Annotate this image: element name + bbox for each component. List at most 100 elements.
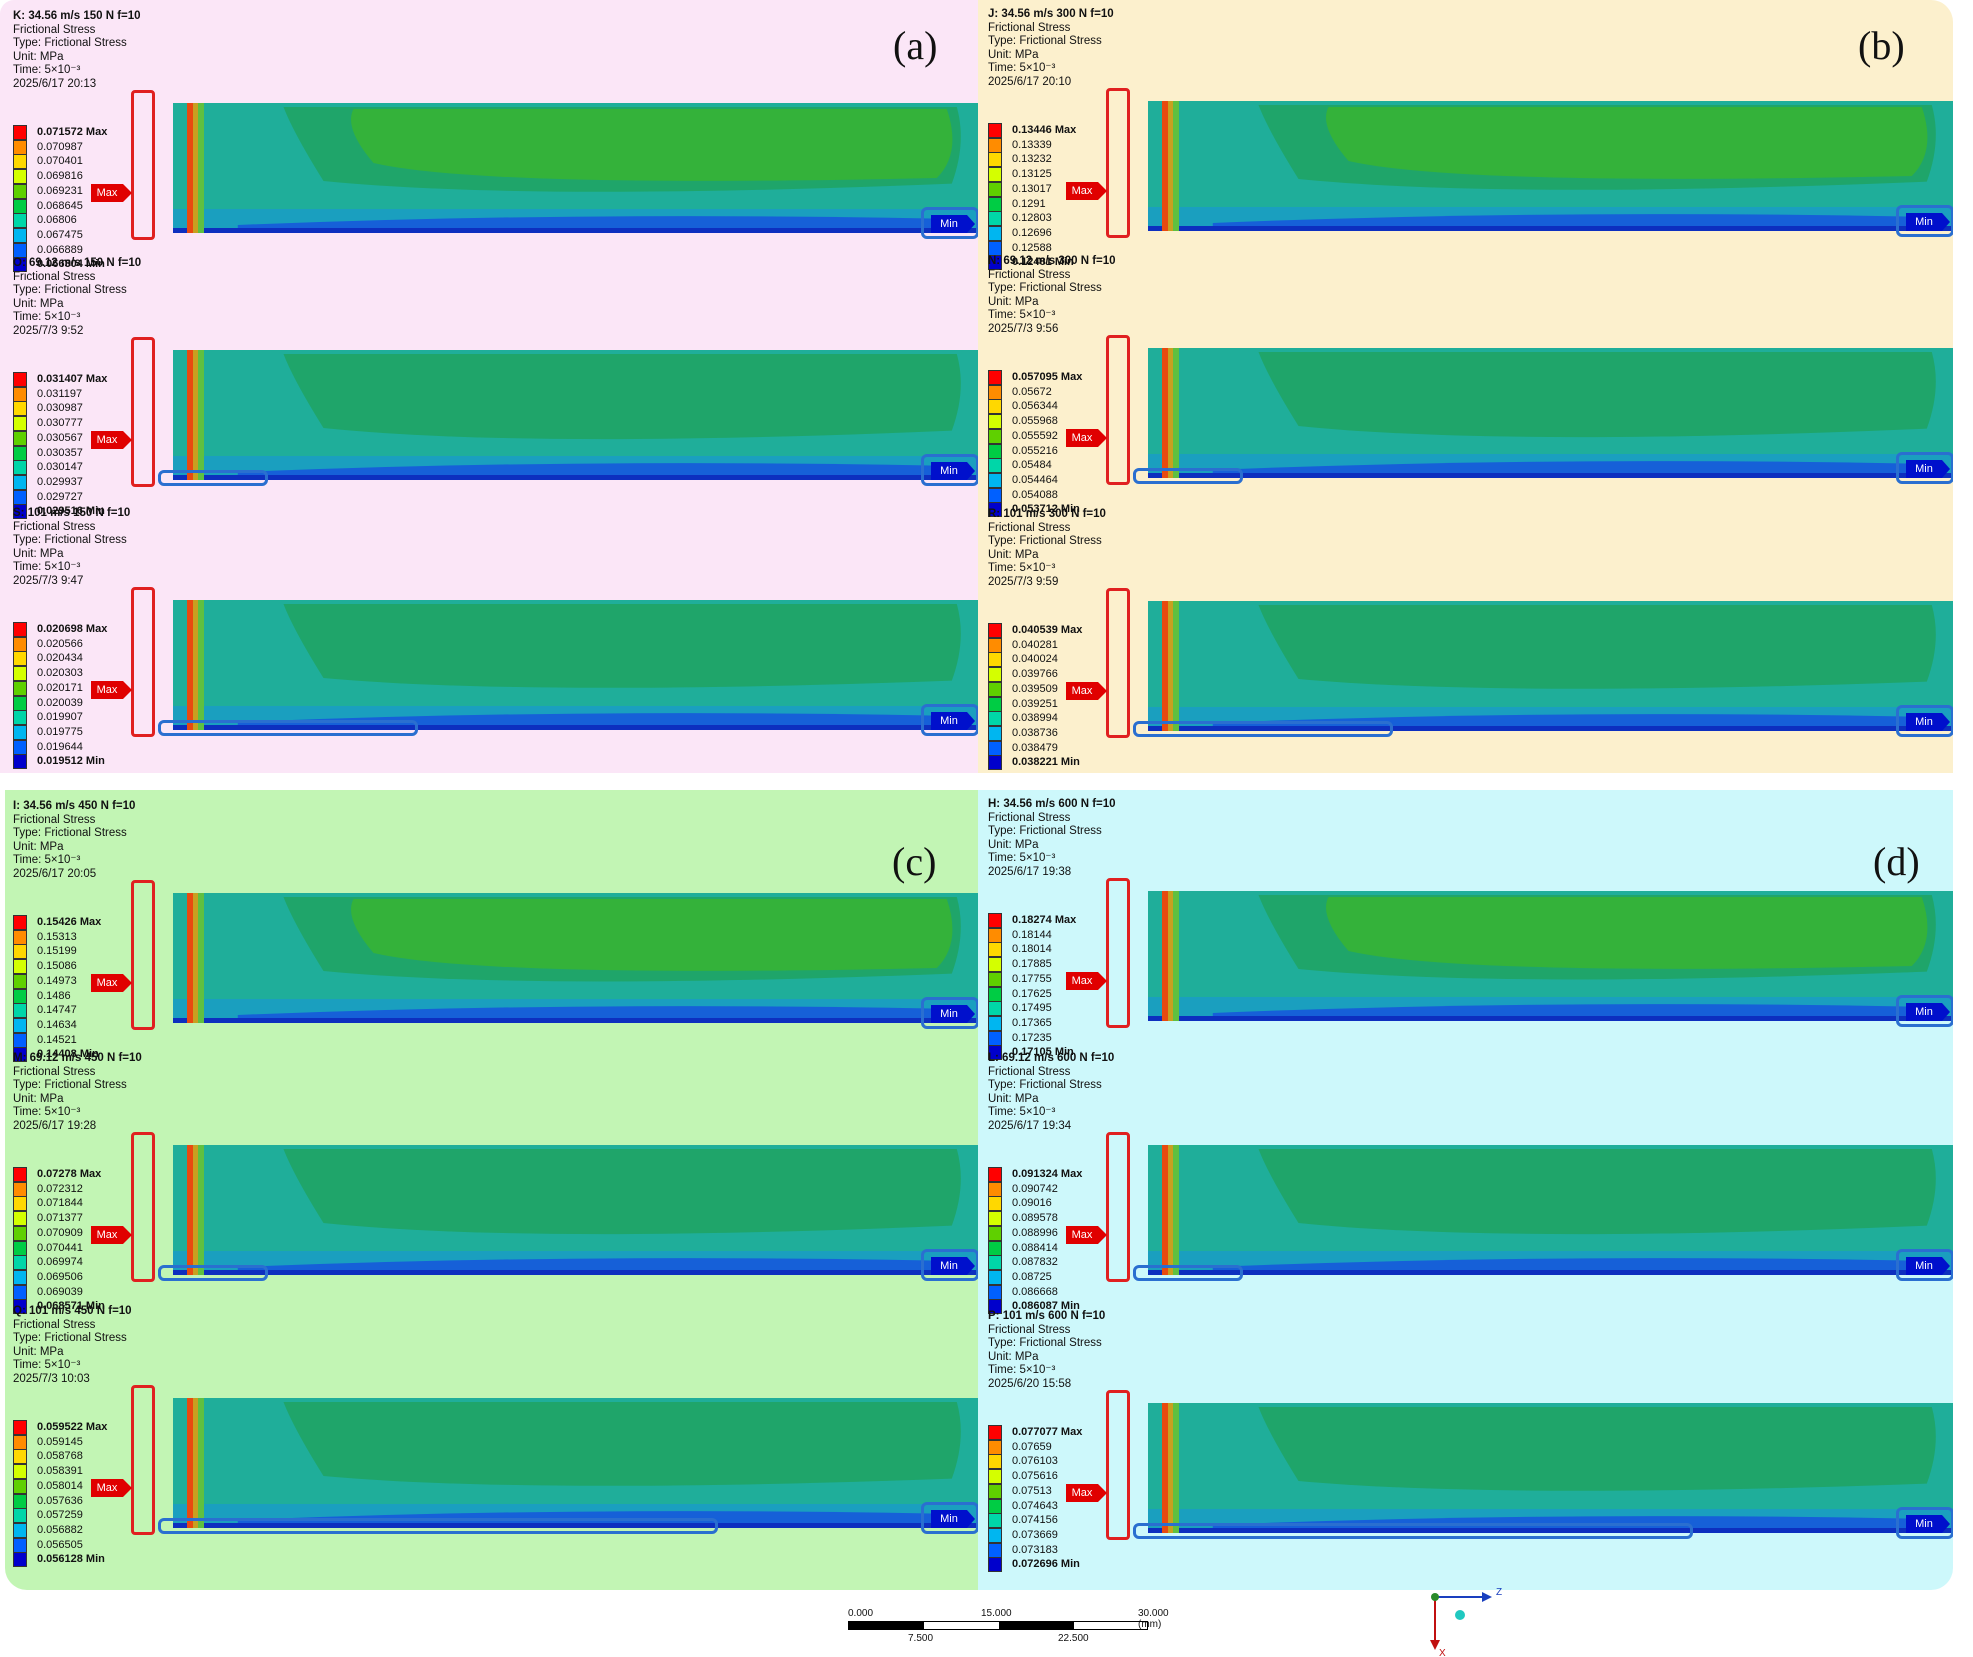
legend-swatch [13, 416, 27, 432]
result-panel: J: 34.56 m/s 300 N f=10 Frictional Stress… [988, 8, 1953, 271]
panel-title: Q: 101 m/s 450 N f=10 [13, 1305, 132, 1317]
legend-value: 0.087832 [1012, 1256, 1058, 1269]
scale-label-15: 15.000 [981, 1608, 1012, 1619]
legend-value: 0.029937 [37, 475, 83, 488]
max-edge-strip-red [187, 103, 193, 233]
result-time: Time: 5×10⁻³ [13, 64, 81, 76]
legend-value: 0.039766 [1012, 668, 1058, 681]
legend-value: 0.020566 [37, 637, 83, 650]
panel-header: J: 34.56 m/s 300 N f=10 Frictional Stress… [988, 8, 1114, 89]
legend-swatch [13, 242, 27, 258]
max-edge-strip-green [1173, 601, 1179, 731]
legend-value: 0.020171 [37, 681, 83, 694]
scale-bar-frame [848, 1621, 1148, 1630]
result-type: Type: Frictional Stress [988, 282, 1102, 294]
result-type: Type: Frictional Stress [13, 37, 127, 49]
legend-swatch [13, 169, 27, 185]
result-time: Time: 5×10⁻³ [13, 1359, 81, 1371]
max-edge-strip-green [1173, 348, 1179, 478]
result-timestamp: 2025/6/17 19:28 [13, 1119, 97, 1132]
legend-swatch [13, 636, 27, 652]
max-edge-strip-red [1162, 1145, 1168, 1275]
legend-value: 0.12588 [1012, 241, 1052, 254]
max-marker: Max [1066, 1484, 1107, 1502]
legend-swatch [13, 460, 27, 476]
legend-swatch [13, 929, 27, 945]
legend-value: 0.031197 [37, 387, 83, 400]
result-timestamp: 2025/6/17 19:38 [988, 865, 1072, 878]
legend-swatch [988, 1030, 1002, 1046]
panel-title: J: 34.56 m/s 300 N f=10 [988, 8, 1114, 20]
max-highlight-box [1106, 88, 1130, 238]
legend-min-value: 0.038221 Min [1012, 756, 1080, 769]
legend-max-value: 0.077077 Max [1012, 1426, 1083, 1438]
legend-value: 0.13125 [1012, 168, 1052, 181]
legend-value: 0.020434 [37, 652, 83, 665]
legend-swatch [988, 211, 1002, 227]
legend-swatch [13, 915, 27, 930]
legend-value: 0.038994 [1012, 712, 1058, 725]
contour-high-region [351, 899, 953, 971]
legend-max-value: 0.18274 Max [1012, 914, 1077, 926]
legend-swatch [13, 973, 27, 989]
quadrant-b: (b) J: 34.56 m/s 300 N f=10 Frictional Str… [978, 0, 1953, 773]
result-panel: M: 69.12 m/s 450 N f=10 Frictional Stress… [13, 1052, 978, 1315]
view-sphere-icon [1455, 1610, 1465, 1620]
result-timestamp: 2025/7/3 9:56 [988, 322, 1059, 335]
stress-contour-field [1148, 1403, 1953, 1533]
legend-max-value: 0.057095 Max [1012, 371, 1083, 383]
max-marker: Max [1066, 682, 1107, 700]
legend-value: 0.070909 [37, 1226, 83, 1239]
result-panel: Q: 101 m/s 450 N f=10 Frictional Stress Ty… [13, 1305, 978, 1568]
legend-value: 0.1291 [1012, 197, 1046, 210]
legend-swatch [988, 1425, 1002, 1440]
legend-swatch [13, 386, 27, 402]
panel-title: P: 101 m/s 600 N f=10 [988, 1310, 1106, 1322]
result-unit: Unit: MPa [13, 1345, 64, 1358]
legend-value: 0.13017 [1012, 182, 1052, 195]
legend-value: 0.075616 [1012, 1470, 1058, 1483]
max-edge-strip-yellow [1168, 1145, 1173, 1275]
legend-max-value: 0.059522 Max [37, 1421, 108, 1433]
legend-swatch [988, 1557, 1002, 1573]
legend-value: 0.039251 [1012, 697, 1058, 710]
legend-value: 0.07659 [1012, 1440, 1052, 1453]
result-name: Frictional Stress [988, 1065, 1071, 1078]
max-highlight-box [131, 587, 155, 737]
legend-swatch [988, 370, 1002, 385]
legend-value: 0.07513 [1012, 1484, 1052, 1497]
legend-swatch [988, 1255, 1002, 1271]
result-type: Type: Frictional Stress [988, 1079, 1102, 1091]
legend-value: 0.14521 [37, 1033, 77, 1046]
result-name: Frictional Stress [988, 268, 1071, 281]
result-name: Frictional Stress [988, 811, 1071, 824]
result-unit: Unit: MPa [13, 297, 64, 310]
legend-swatch [13, 1508, 27, 1524]
legend-value: 0.055216 [1012, 444, 1058, 457]
legend-value: 0.038736 [1012, 726, 1058, 739]
result-timestamp: 2025/7/3 10:03 [13, 1372, 90, 1385]
max-marker: Max [91, 974, 132, 992]
legend-swatch [988, 1498, 1002, 1514]
legend-max-value: 0.091324 Max [1012, 1168, 1083, 1180]
legend-swatch [13, 1478, 27, 1494]
legend-value: 0.17365 [1012, 1016, 1052, 1029]
min-highlight-box [921, 1249, 978, 1281]
legend-value: 0.058768 [37, 1450, 83, 1463]
max-edge-strip-yellow [193, 600, 198, 730]
legend-swatch [13, 1240, 27, 1256]
result-panel: I: 34.56 m/s 450 N f=10 Frictional Stress… [13, 800, 978, 1063]
panel-title: H: 34.56 m/s 600 N f=10 [988, 798, 1116, 810]
legend-swatch [988, 942, 1002, 958]
max-edge-strip-yellow [193, 1398, 198, 1528]
legend-swatch [988, 1181, 1002, 1197]
legend-value: 0.15199 [37, 945, 77, 958]
legend-swatch [13, 227, 27, 243]
max-edge-strip-yellow [1168, 1403, 1173, 1533]
legend-swatch [13, 1196, 27, 1212]
legend-swatch [988, 181, 1002, 197]
panel-title: O: 69.12 m/s 150 N f=10 [13, 257, 142, 269]
legend-swatch [13, 474, 27, 490]
min-highlight-box [1896, 995, 1953, 1027]
result-type: Type: Frictional Stress [13, 284, 127, 296]
